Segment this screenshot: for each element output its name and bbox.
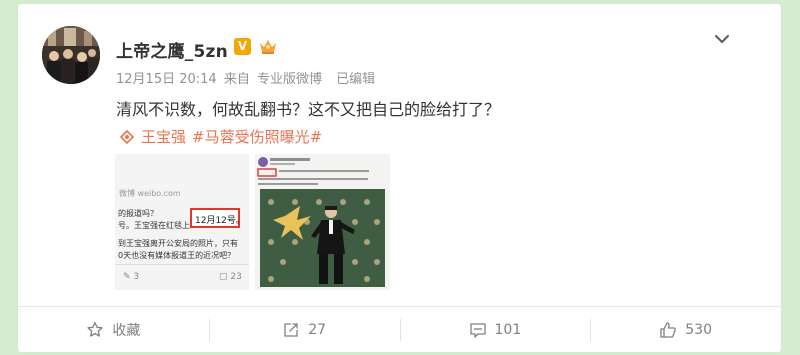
avatar[interactable]: [42, 26, 100, 84]
star-icon: [87, 321, 104, 337]
repost-count: 27: [308, 321, 327, 338]
like-icon: [660, 321, 677, 338]
favorite-button[interactable]: 收藏: [18, 307, 209, 352]
comment-icon: [469, 322, 486, 338]
comment-button[interactable]: 101: [399, 307, 591, 352]
post-card: 上帝之鹰_5zn V 12月15日 20:14 来自 专业版微博 已编辑 清风不…: [18, 4, 781, 352]
event-photo: [255, 154, 390, 290]
image-text-line: 0天也没有媒体报道王的近况吧？: [118, 251, 236, 260]
post-text: 清风不识数，何故乱翻书？这不又把自己的脸给打了？: [116, 100, 501, 119]
like-count: 530: [685, 321, 712, 338]
chevron-down-icon[interactable]: [713, 30, 731, 48]
edited-label[interactable]: 已编辑: [336, 72, 375, 87]
post-meta: 12月15日 20:14 来自 专业版微博 已编辑: [116, 68, 378, 87]
image-comment-stat: ✎ 3: [123, 272, 140, 282]
post-image-1[interactable]: 微博 weibo.com 的报道吗？ 号。王宝强在红毯上 12月12号。 到王宝…: [115, 154, 249, 290]
image-watermark: 微博 weibo.com: [119, 189, 181, 198]
repost-button[interactable]: 27: [208, 307, 400, 352]
source-prefix: 来自: [223, 72, 250, 87]
like-button[interactable]: 530: [590, 307, 781, 352]
image-text-line: 的报道吗？: [118, 209, 158, 218]
image-highlight-text: 12月12号。: [195, 216, 245, 226]
post-image-2[interactable]: [255, 154, 390, 290]
hashtag-marong[interactable]: #马蓉受伤照曝光#: [192, 126, 322, 147]
hashtag-wangbaoqiang[interactable]: 王宝强: [141, 126, 186, 147]
hashtag-row: 王宝强 #马蓉受伤照曝光#: [119, 126, 328, 147]
post-date[interactable]: 12月15日 20:14: [116, 72, 217, 87]
image-like-stat: ▢ 23: [219, 272, 242, 282]
verified-v-icon: V: [234, 38, 251, 55]
action-bar: 收藏 27 101 530: [18, 307, 781, 352]
author-name[interactable]: 上帝之鹰_5zn: [116, 37, 228, 62]
image-highlight-box: 12月12号。: [190, 208, 245, 228]
favorite-label: 收藏: [112, 322, 141, 339]
topic-icon: [119, 129, 135, 144]
member-crown-icon[interactable]: [258, 37, 278, 55]
image-text-line: 号。王宝强在红毯上: [118, 221, 190, 230]
image-text-line: 到王宝强离开公安局的照片，只有: [118, 239, 238, 248]
repost-icon: [284, 322, 298, 337]
comment-count: 101: [494, 321, 522, 338]
post-source[interactable]: 专业版微博: [257, 72, 322, 87]
